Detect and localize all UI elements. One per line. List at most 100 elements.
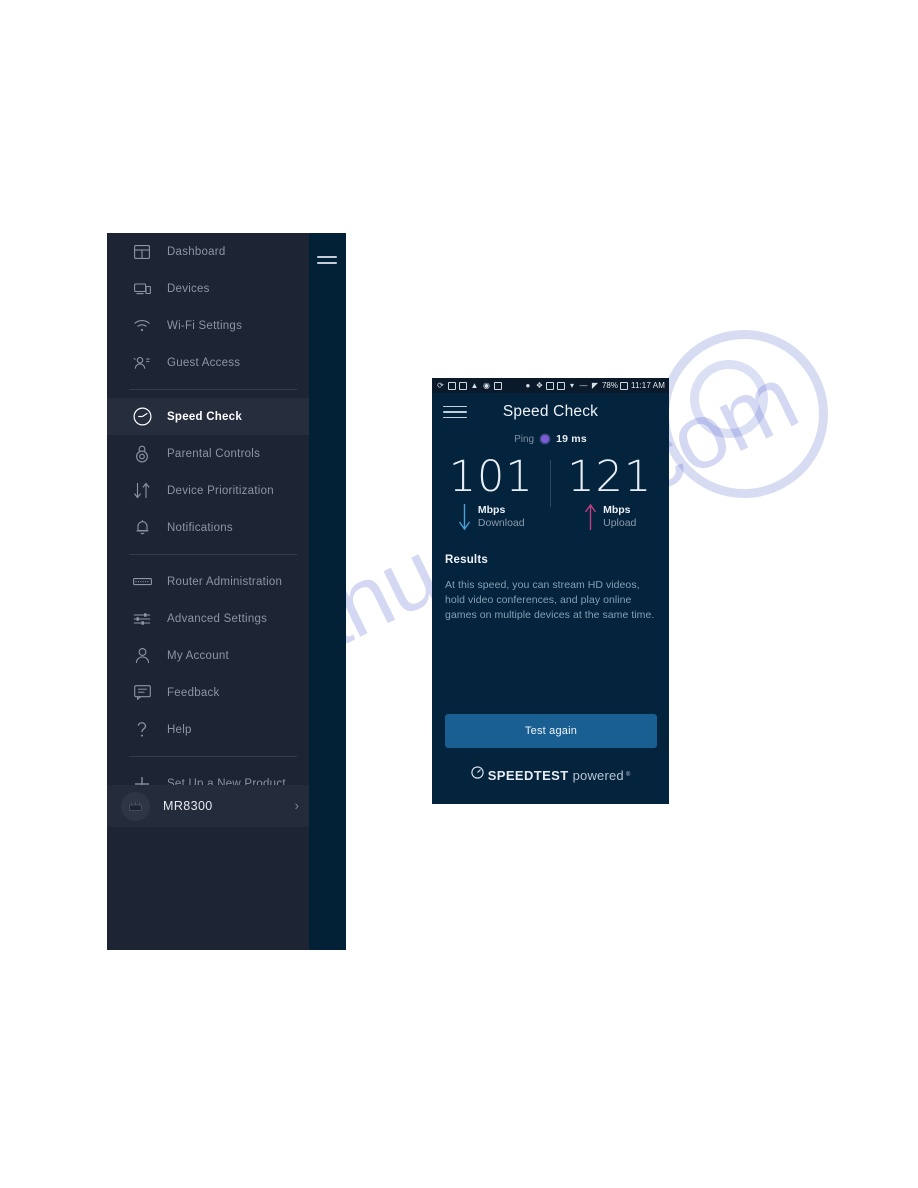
message-icon: ◉: [483, 380, 490, 390]
sidebar-item-guest-access[interactable]: Guest Access: [107, 344, 309, 381]
hd-icon: —: [579, 380, 588, 390]
hamburger-menu-icon[interactable]: [443, 402, 467, 422]
hamburger-bar: [317, 256, 337, 258]
menu-divider: [129, 389, 297, 390]
sidebar-item-label: Parental Controls: [167, 447, 261, 460]
chevron-right-icon[interactable]: ›: [295, 799, 299, 812]
hamburger-bar: [317, 262, 337, 264]
navigation-menu-list: Dashboard Devices Wi-Fi Settings Guest Acce…: [107, 233, 309, 802]
sidebar-item-advanced-settings[interactable]: Advanced Settings: [107, 600, 309, 637]
sidebar-item-label: Router Administration: [167, 575, 283, 588]
sidebar-item-router-administration[interactable]: Router Administration: [107, 563, 309, 600]
sidebar-item-label: Speed Check: [167, 410, 242, 423]
sliders-icon: [131, 608, 153, 630]
hamburger-menu-icon[interactable]: [314, 247, 340, 273]
person-icon: [131, 645, 153, 667]
hamburger-bar: [443, 416, 467, 419]
sidebar-item-device-prioritization[interactable]: Device Prioritization: [107, 472, 309, 509]
photo-icon: [448, 381, 456, 390]
nfc-icon: [546, 381, 555, 390]
hamburger-bar: [443, 411, 467, 413]
arrow-down-icon: [458, 502, 472, 532]
sidebar-item-label: Wi-Fi Settings: [167, 319, 243, 332]
sidebar-item-help[interactable]: Help: [107, 711, 309, 748]
ping-value: 19 ms: [556, 433, 587, 445]
battery-percent-label: 78%: [601, 381, 618, 390]
speedtest-wordmark: SPEEDTEST: [487, 767, 569, 783]
sidebar-item-my-account[interactable]: My Account: [107, 637, 309, 674]
battery-icon: [620, 381, 629, 390]
question-mark-icon: [131, 719, 153, 741]
router-device-glyph: [129, 801, 142, 811]
sidebar-item-wi-fi-settings[interactable]: Wi-Fi Settings: [107, 307, 309, 344]
upload-speed-value: 121: [567, 452, 653, 502]
sidebar-item-label: Device Prioritization: [167, 484, 274, 497]
wifi-icon: ▾: [569, 380, 574, 390]
signal-bars-icon: ◤: [591, 380, 599, 390]
dashboard-icon: [131, 241, 153, 263]
sidebar-item-notifications[interactable]: Notifications: [107, 509, 309, 546]
parental-controls-icon: [131, 443, 153, 465]
app-navigation-drawer: Dashboard Devices Wi-Fi Settings Guest Acce…: [107, 233, 346, 950]
sidebar-item-feedback[interactable]: Feedback: [107, 674, 309, 711]
sidebar-item-devices[interactable]: Devices: [107, 270, 309, 307]
drawer-right-rail: [309, 233, 346, 950]
results-title: Results: [445, 554, 488, 566]
hamburger-bar: [443, 405, 467, 408]
phone-screenshot: ⟳ ▲ ◉ ● ❖ ▾ — ◤ 78% 11:17 AM Speed Check: [432, 378, 669, 804]
download-speed-text: Mbps Download: [478, 504, 525, 530]
trademark-symbol: ®: [625, 772, 631, 778]
watermark-circle-outer: [660, 330, 828, 498]
menu-divider: [129, 554, 297, 555]
status-bar-clock: 11:17 AM: [630, 381, 665, 390]
ping-row: Ping 19 ms: [432, 433, 669, 445]
figure-icon: ▲: [470, 380, 479, 390]
upload-speed-meta: Mbps Upload: [583, 502, 636, 532]
upload-speed-column: 121 Mbps Upload: [551, 452, 670, 532]
download-speed-column: 101 Mbps Download: [432, 452, 551, 532]
test-again-button[interactable]: Test again: [445, 714, 657, 748]
sync-icon: ⟳: [437, 380, 444, 390]
android-status-bar: ⟳ ▲ ◉ ● ❖ ▾ — ◤ 78% 11:17 AM: [432, 378, 669, 393]
devices-icon: [131, 278, 153, 300]
location-icon: ●: [525, 380, 531, 390]
page-title: Speed Check: [502, 403, 599, 420]
sidebar-item-label: Notifications: [167, 521, 233, 534]
speedometer-icon: [131, 406, 153, 428]
ping-status-dot: [541, 435, 550, 443]
results-section: Results At this speed, you can stream HD…: [445, 554, 657, 624]
sidebar-item-label: Help: [167, 723, 192, 736]
speedtest-gauge-icon: [471, 766, 484, 784]
chat-bubble-icon: [131, 682, 153, 704]
up-down-arrows-icon: [131, 480, 153, 502]
upload-unit-label: Mbps: [603, 503, 631, 516]
results-description: At this speed, you can stream HD videos,…: [445, 579, 655, 622]
sidebar-item-label: My Account: [167, 649, 229, 662]
speed-columns-divider: [550, 460, 551, 507]
sidebar-item-label: Feedback: [167, 686, 220, 699]
sidebar-item-label: Devices: [167, 282, 210, 295]
wifi-icon: [131, 315, 153, 337]
upload-direction-label: Upload: [603, 516, 637, 529]
download-speed-value: 101: [448, 452, 534, 502]
email-icon: [494, 381, 502, 390]
status-bar-right-icons: ● ❖ ▾ — ◤ 78% 11:17 AM: [523, 381, 665, 390]
watermark-circle-inner: [690, 360, 768, 438]
bluetooth-icon: ❖: [535, 380, 544, 390]
download-direction-label: Download: [477, 516, 525, 529]
arrow-up-icon: [583, 502, 597, 532]
sidebar-item-label: Guest Access: [167, 356, 241, 369]
download-speed-meta: Mbps Download: [458, 502, 525, 532]
status-bar-left-icons: ⟳ ▲ ◉: [436, 381, 502, 390]
speedtest-powered-label: powered: [572, 767, 624, 783]
menu-divider: [129, 756, 297, 757]
router-icon: [131, 571, 153, 593]
speedtest-branding: SPEEDTEST powered ®: [432, 766, 669, 784]
download-unit-label: Mbps: [477, 503, 506, 516]
sidebar-item-parental-controls[interactable]: Parental Controls: [107, 435, 309, 472]
router-selector-row[interactable]: MR8300 ›: [107, 785, 309, 827]
sidebar-item-dashboard[interactable]: Dashboard: [107, 233, 309, 270]
guest-access-icon: [131, 352, 153, 374]
vpn-key-icon: [459, 381, 467, 390]
sidebar-item-speed-check[interactable]: Speed Check: [107, 398, 309, 435]
